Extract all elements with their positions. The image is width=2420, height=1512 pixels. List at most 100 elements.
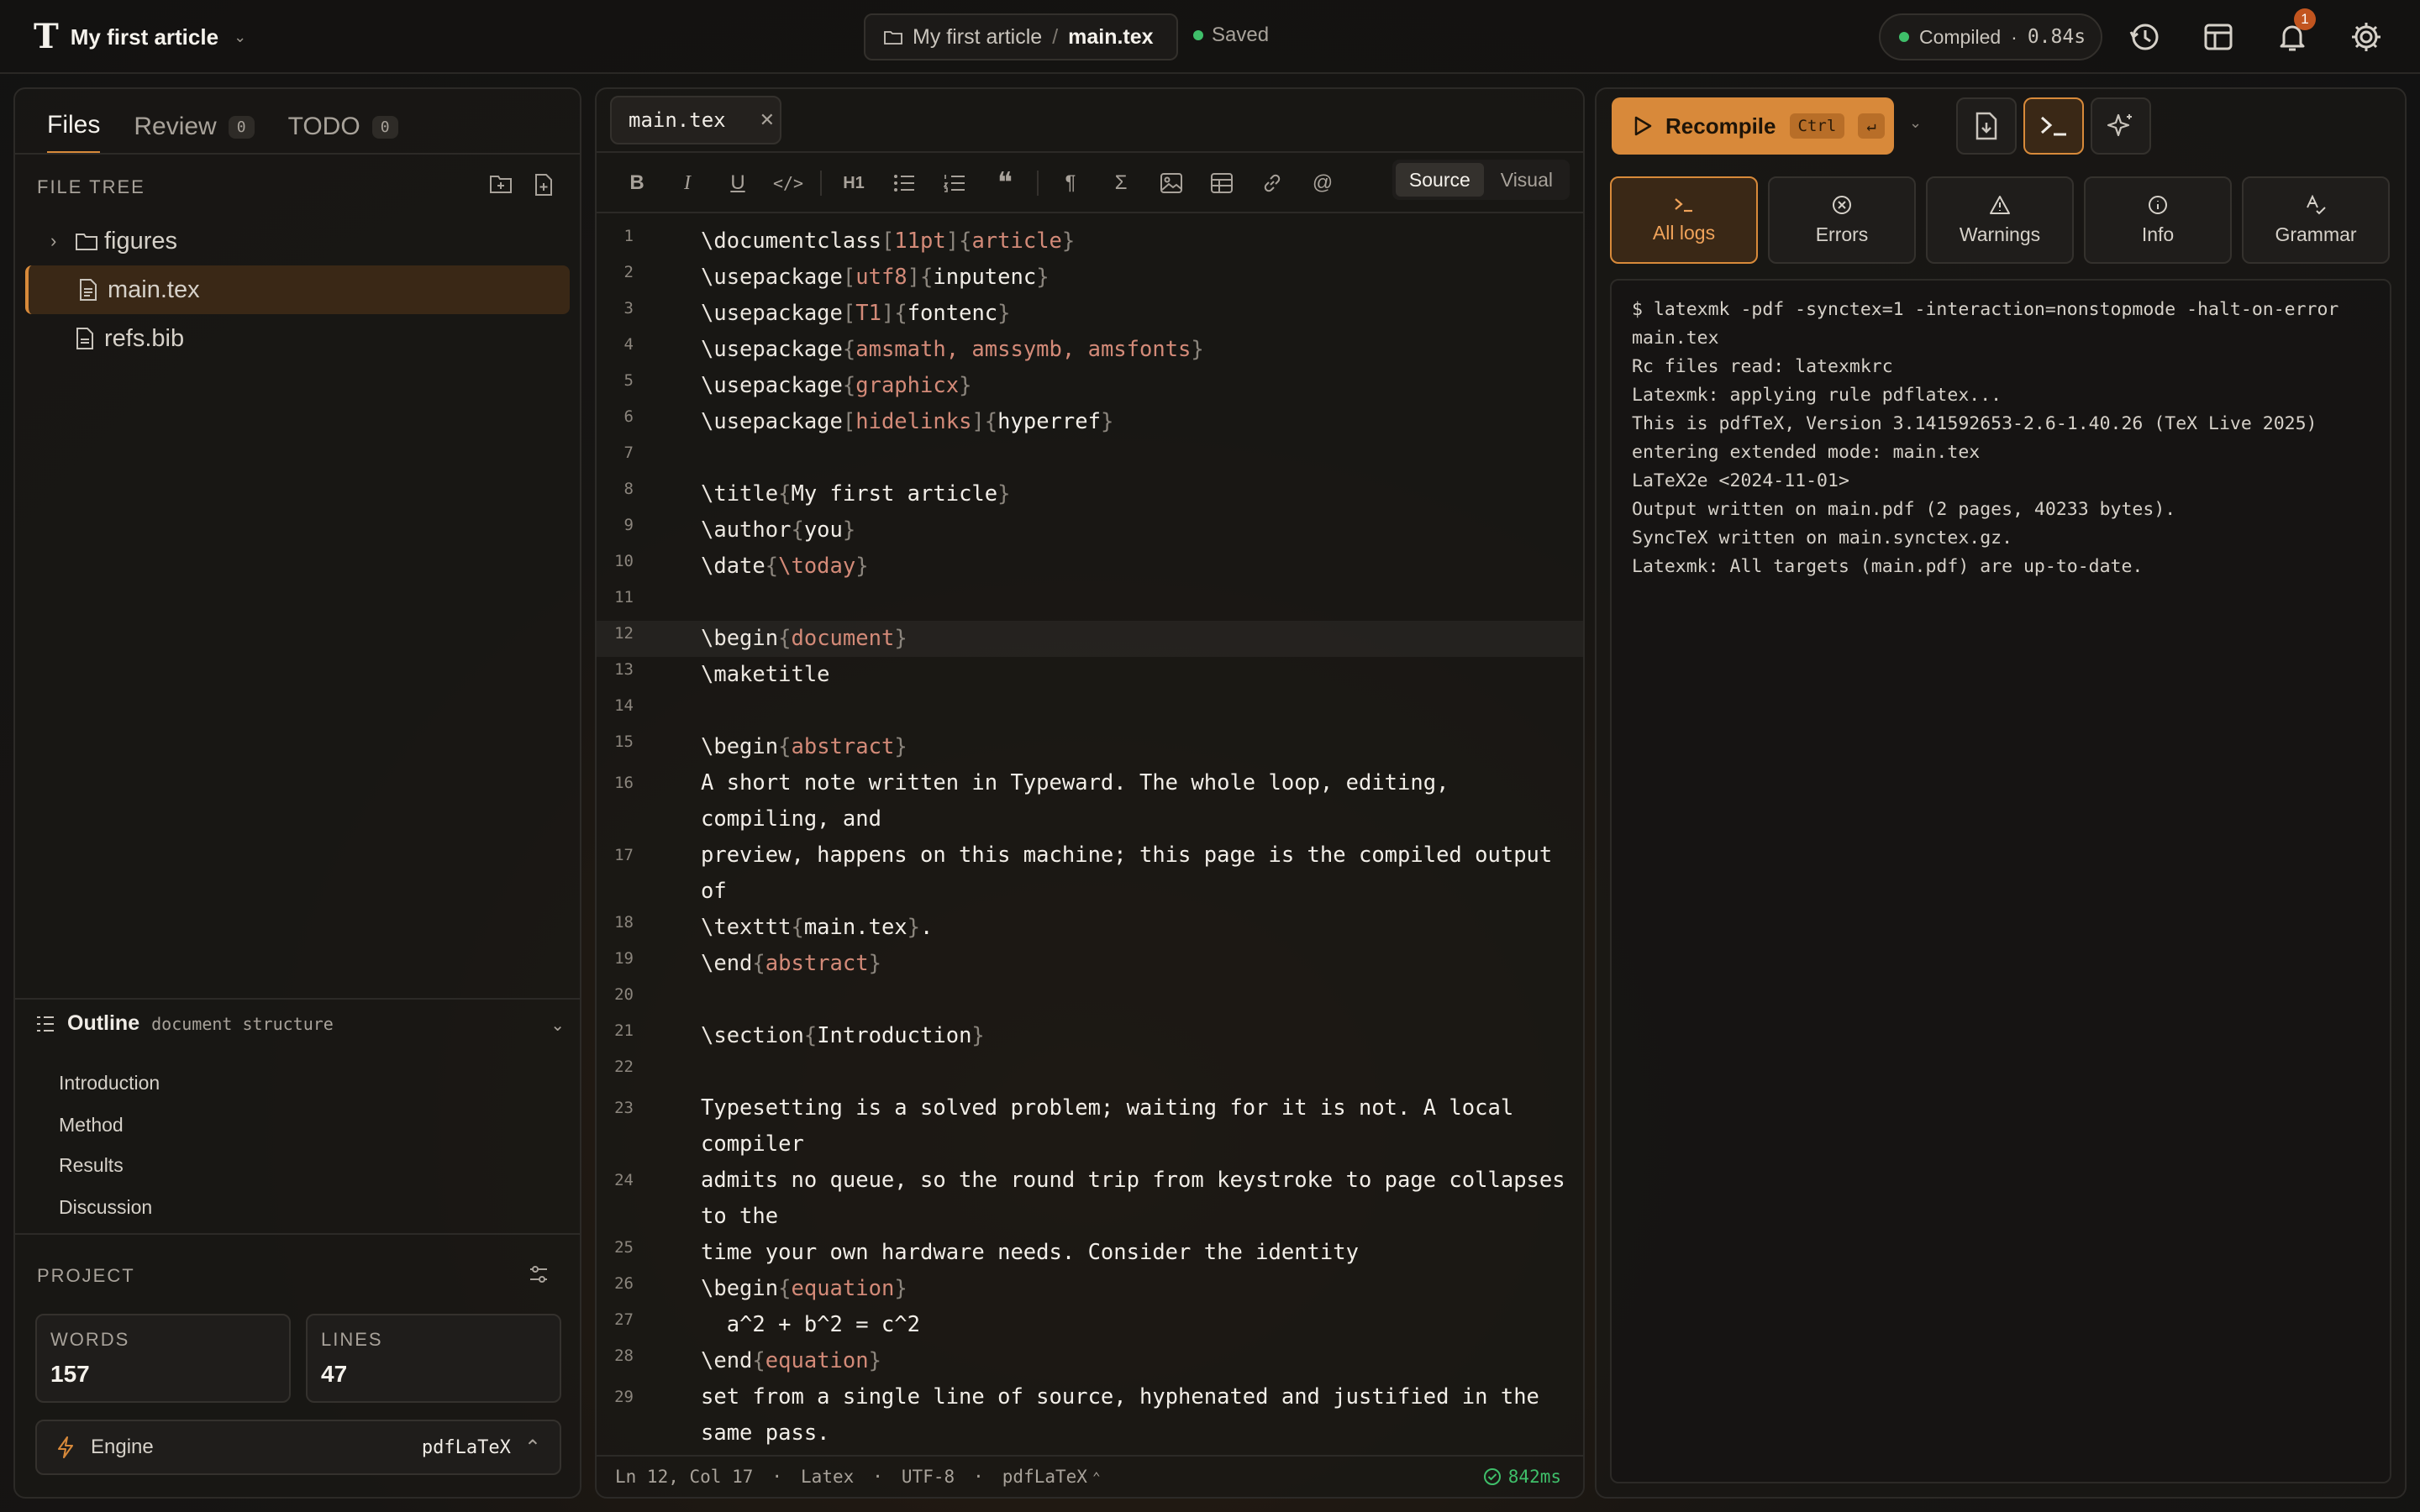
- tab-review[interactable]: Review 0: [134, 111, 255, 155]
- code-line[interactable]: 17 preview, happens on this machine; this…: [597, 837, 1583, 910]
- code-line[interactable]: 5 \usepackage{graphicx}: [597, 368, 1583, 404]
- code-line[interactable]: 13 \maketitle: [597, 657, 1583, 693]
- image-button[interactable]: [1146, 163, 1197, 203]
- code-line[interactable]: 28 \end{equation}: [597, 1343, 1583, 1379]
- code-line[interactable]: 1 \documentclass[11pt]{article}: [597, 223, 1583, 260]
- breadcrumb-file[interactable]: main.tex: [1068, 25, 1153, 50]
- layout-button[interactable]: [2198, 17, 2238, 57]
- log-tab-info[interactable]: Info: [2084, 176, 2232, 264]
- warning-triangle-icon: [1990, 195, 2010, 214]
- new-file-icon[interactable]: [533, 173, 555, 197]
- tree-item-refs-bib[interactable]: refs.bib: [25, 314, 570, 363]
- italic-button[interactable]: I: [662, 163, 713, 203]
- code-line[interactable]: 11: [597, 585, 1583, 621]
- chevron-down-icon[interactable]: ⌄: [550, 1015, 565, 1036]
- outline-header[interactable]: Outline document structure ⌄: [35, 1011, 565, 1036]
- log-tab-label: Grammar: [2275, 223, 2357, 245]
- bold-icon: B: [629, 171, 644, 194]
- notifications-button[interactable]: 1: [2272, 8, 2316, 57]
- math-button[interactable]: Σ: [1096, 163, 1146, 203]
- log-tab-grammar[interactable]: Grammar: [2242, 176, 2390, 264]
- mode-visual-button[interactable]: Visual: [1487, 163, 1566, 197]
- outline-item[interactable]: Discussion: [59, 1196, 152, 1219]
- code-line[interactable]: 20: [597, 982, 1583, 1018]
- bullet-list-button[interactable]: [879, 163, 929, 203]
- code-line[interactable]: 24 admits no queue, so the round trip fro…: [597, 1163, 1583, 1235]
- log-tab-errors[interactable]: Errors: [1768, 176, 1916, 264]
- outline-item[interactable]: Introduction: [59, 1072, 160, 1095]
- tab-files[interactable]: Files: [47, 111, 101, 155]
- code-line[interactable]: 6 \usepackage[hidelinks]{hyperref}: [597, 404, 1583, 440]
- chevron-up-icon: ⌃: [1092, 1468, 1101, 1485]
- project-switcher[interactable]: T My first article ⌄: [34, 18, 246, 55]
- breadcrumb[interactable]: My first article / main.tex: [864, 13, 1178, 60]
- tab-todo[interactable]: TODO 0: [288, 111, 398, 155]
- engine-label: Engine: [91, 1436, 154, 1458]
- status-engine[interactable]: pdfLaTeX: [1002, 1467, 1087, 1487]
- download-pdf-button[interactable]: [1956, 97, 2017, 155]
- code-button[interactable]: </>: [763, 163, 813, 203]
- line-number: 22: [614, 1058, 634, 1076]
- link-button[interactable]: [1247, 163, 1297, 203]
- outline-item[interactable]: Method: [59, 1114, 124, 1137]
- compile-status-badge[interactable]: Compiled · 0.84s: [1879, 13, 2102, 60]
- code-line[interactable]: 9 \author{you}: [597, 512, 1583, 549]
- code-line[interactable]: 19 \end{abstract}: [597, 946, 1583, 982]
- breadcrumb-project[interactable]: My first article: [913, 25, 1042, 50]
- ai-assist-button[interactable]: [2091, 97, 2151, 155]
- bold-button[interactable]: B: [612, 163, 662, 203]
- code-line[interactable]: 8 \title{My first article}: [597, 476, 1583, 512]
- log-tab-all[interactable]: All logs: [1610, 176, 1758, 264]
- quote-button[interactable]: ❝: [980, 163, 1030, 203]
- history-button[interactable]: [2124, 17, 2165, 57]
- log-tab-warnings[interactable]: Warnings: [1926, 176, 2074, 264]
- recompile-button[interactable]: Recompile Ctrl ↵: [1612, 97, 1894, 155]
- code-line[interactable]: 12 \begin{document}: [597, 621, 1583, 657]
- engine-select[interactable]: Engine pdfLaTeX ⌃: [35, 1420, 561, 1475]
- line-number: 19: [614, 949, 634, 968]
- table-button[interactable]: [1197, 163, 1247, 203]
- heading-button[interactable]: H1: [829, 163, 879, 203]
- close-icon[interactable]: ✕: [760, 109, 775, 131]
- tree-item-label: refs.bib: [104, 324, 185, 352]
- code-line[interactable]: 23 Typesetting is a solved problem; waiti…: [597, 1090, 1583, 1163]
- code-line[interactable]: 14: [597, 693, 1583, 729]
- code-line[interactable]: 18 \texttt{main.tex}.: [597, 910, 1583, 946]
- tree-item-main-tex[interactable]: main.tex: [25, 265, 570, 314]
- code-line[interactable]: 2 \usepackage[utf8]{inputenc}: [597, 260, 1583, 296]
- code-line[interactable]: 21 \section{Introduction}: [597, 1018, 1583, 1054]
- paragraph-button[interactable]: ¶: [1045, 163, 1096, 203]
- log-output[interactable]: $ latexmk -pdf -synctex=1 -interaction=n…: [1610, 279, 2391, 1483]
- code-line[interactable]: 10 \date{\today}: [597, 549, 1583, 585]
- recompile-options-chevron-icon[interactable]: ⌄: [1909, 114, 1922, 132]
- underline-button[interactable]: U: [713, 163, 763, 203]
- code-line[interactable]: 4 \usepackage{amsmath, amssymb, amsfonts}: [597, 332, 1583, 368]
- new-folder-icon[interactable]: [489, 173, 513, 195]
- code-line[interactable]: 26 \begin{equation}: [597, 1271, 1583, 1307]
- mode-source-button[interactable]: Source: [1395, 163, 1484, 197]
- cursor-position: Ln 12, Col 17: [615, 1467, 754, 1487]
- language-mode[interactable]: Latex: [801, 1467, 854, 1487]
- settings-button[interactable]: [2346, 17, 2386, 57]
- code-line[interactable]: 7: [597, 440, 1583, 476]
- code-line[interactable]: 25 time your own hardware needs. Consider…: [597, 1235, 1583, 1271]
- terminal-view-button[interactable]: [2023, 97, 2084, 155]
- code-line-text: a^2 + b^2 = c^2: [701, 1312, 920, 1337]
- code-line[interactable]: 3 \usepackage[T1]{fontenc}: [597, 296, 1583, 332]
- history-icon: [2129, 24, 2159, 50]
- code-line[interactable]: 29 set from a single line of source, hyph…: [597, 1379, 1583, 1452]
- outline-item[interactable]: Results: [59, 1154, 124, 1177]
- code-line[interactable]: 16 A short note written in Typeward. The …: [597, 765, 1583, 837]
- editor-tab-main-tex[interactable]: main.tex ✕: [610, 96, 781, 144]
- code-line[interactable]: 27 a^2 + b^2 = c^2: [597, 1307, 1583, 1343]
- file-encoding[interactable]: UTF-8: [902, 1467, 955, 1487]
- sliders-icon[interactable]: [528, 1263, 550, 1285]
- tree-item-figures[interactable]: › figures: [25, 217, 570, 265]
- mention-button[interactable]: @: [1297, 163, 1348, 203]
- code-line[interactable]: 22: [597, 1054, 1583, 1090]
- line-number: 2: [623, 263, 634, 281]
- code-line[interactable]: 15 \begin{abstract}: [597, 729, 1583, 765]
- folder-icon: [884, 31, 902, 45]
- code-editor[interactable]: 1 \documentclass[11pt]{article} 2 \usepacka…: [597, 223, 1583, 1452]
- numbered-list-button[interactable]: [929, 163, 980, 203]
